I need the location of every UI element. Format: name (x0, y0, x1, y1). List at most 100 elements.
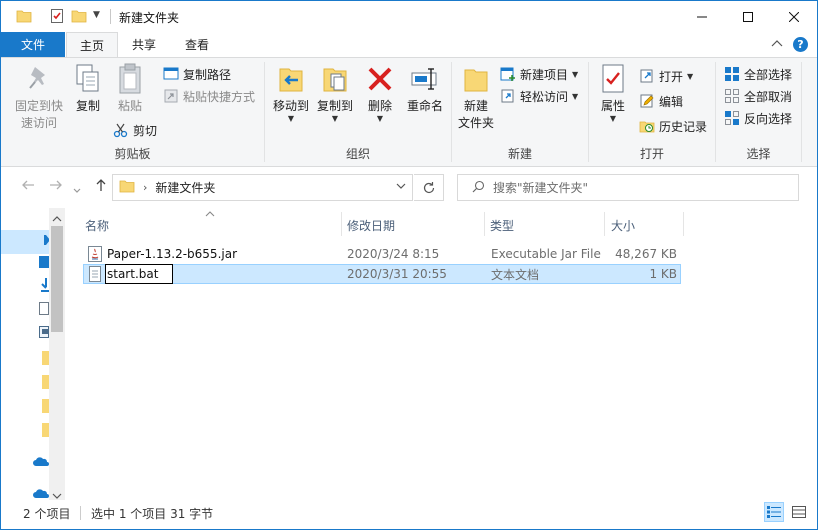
large-icons-view-button[interactable] (789, 502, 809, 522)
title-bar[interactable]: ▼ 新建文件夹 (1, 1, 817, 32)
delete-button[interactable]: 删除 ▼ (363, 62, 397, 123)
tab-share[interactable]: 共享 (118, 32, 170, 57)
pictures-icon[interactable] (39, 326, 49, 341)
copy-button[interactable]: 复制 (69, 62, 107, 115)
back-arrow-icon[interactable] (21, 178, 35, 196)
file-list[interactable]: 名称 修改日期 类型 大小 Paper-1.13.2-b655.jar 2020… (65, 208, 817, 500)
tab-home[interactable]: 主页 (66, 32, 118, 58)
new-folder-label-line2: 文件夹 (457, 116, 494, 130)
easy-access-label: 轻松访问 (520, 89, 569, 104)
new-folder-button[interactable]: 新建 文件夹 (456, 62, 496, 132)
copy-path-button[interactable]: 复制路径 (163, 64, 231, 84)
clipboard-icon (114, 62, 146, 96)
table-row-selected[interactable]: start.bat 2020/3/31 20:55 文本文档 1 KB (83, 264, 681, 284)
column-separator[interactable] (604, 212, 605, 236)
help-icon[interactable]: ? (793, 37, 808, 52)
paste-shortcut-icon (163, 88, 179, 104)
cut-button[interactable]: 剪切 (113, 120, 157, 140)
folder-icon[interactable] (39, 375, 49, 392)
new-item-button[interactable]: 新建项目 ▼ (500, 64, 578, 84)
file-name[interactable]: Paper-1.13.2-b655.jar (107, 244, 237, 264)
column-separator[interactable] (341, 212, 342, 236)
recent-locations-icon[interactable] (73, 182, 81, 198)
column-separator[interactable] (683, 212, 684, 236)
address-bar[interactable]: › 新建文件夹 (112, 174, 413, 201)
select-all-button[interactable]: 全部选择 (724, 64, 792, 84)
new-folder-icon (460, 62, 492, 96)
onedrive-icon[interactable] (33, 456, 49, 470)
chevron-down-icon: ▼ (287, 114, 295, 123)
paste-label: 粘贴 (117, 99, 142, 113)
properties-quick-icon[interactable] (49, 8, 65, 27)
refresh-button[interactable] (414, 174, 444, 201)
pin-label-line1: 固定到快 (14, 99, 63, 113)
folder-icon[interactable] (16, 8, 32, 27)
select-group: 全部选择 全部取消 反向选择 选择 (716, 58, 801, 166)
organize-group-label: 组织 (345, 147, 370, 161)
chevron-down-icon[interactable] (396, 181, 406, 192)
open-icon (639, 68, 655, 84)
rename-button[interactable]: 重命名 (403, 62, 447, 115)
search-input[interactable]: 搜索"新建文件夹" (457, 174, 799, 201)
column-header-type[interactable]: 类型 (490, 214, 602, 236)
folder-icon[interactable] (39, 399, 49, 416)
folder-icon[interactable] (39, 351, 49, 368)
edit-label: 编辑 (659, 94, 684, 109)
folder-icon[interactable] (39, 423, 49, 440)
move-to-icon (275, 62, 307, 96)
large-icons-view-icon (792, 506, 806, 518)
paste-button[interactable]: 粘贴 (111, 62, 149, 115)
new-item-icon (500, 66, 516, 82)
forward-arrow-icon[interactable] (49, 178, 63, 196)
up-arrow-icon[interactable] (94, 178, 108, 196)
customize-toolbar-icon[interactable]: ▼ (93, 10, 100, 20)
invert-selection-button[interactable]: 反向选择 (724, 108, 792, 128)
jar-file-icon (87, 244, 103, 264)
documents-icon[interactable] (39, 302, 49, 318)
select-none-button[interactable]: 全部取消 (724, 86, 792, 106)
search-icon (472, 180, 485, 196)
select-all-icon (724, 66, 740, 82)
desktop-icon[interactable] (39, 256, 49, 271)
column-header-date[interactable]: 修改日期 (347, 214, 482, 236)
copy-to-button[interactable]: 复制到 ▼ (313, 62, 357, 123)
paste-shortcut-label: 粘贴快捷方式 (183, 89, 256, 104)
chevron-up-icon[interactable] (52, 211, 62, 225)
column-separator[interactable] (484, 212, 485, 236)
scrollbar-thumb[interactable] (51, 226, 63, 332)
chevron-down-icon: ▼ (687, 71, 694, 81)
move-to-button[interactable]: 移动到 ▼ (269, 62, 313, 123)
edit-button[interactable]: 编辑 (639, 91, 683, 111)
close-button[interactable] (771, 1, 817, 32)
select-none-label: 全部取消 (744, 89, 793, 104)
navigation-pane[interactable] (1, 208, 65, 500)
table-row[interactable]: Paper-1.13.2-b655.jar 2020/3/24 8:15 Exe… (83, 244, 681, 264)
delete-label: 删除 (367, 99, 392, 113)
rename-input[interactable]: start.bat (105, 264, 173, 284)
chevron-right-icon[interactable]: › (143, 181, 147, 194)
rename-icon (409, 62, 441, 96)
minimize-button[interactable] (679, 1, 725, 32)
details-view-button[interactable] (764, 502, 784, 522)
download-icon[interactable] (39, 278, 49, 295)
tab-file[interactable]: 文件 (1, 32, 65, 57)
paste-shortcut-button[interactable]: 粘贴快捷方式 (163, 86, 255, 106)
new-folder-quick-icon[interactable] (71, 8, 87, 27)
tab-view[interactable]: 查看 (171, 32, 223, 57)
history-button[interactable]: 历史记录 (639, 116, 707, 136)
chevron-up-icon[interactable] (771, 38, 783, 52)
text-file-icon (87, 264, 103, 284)
maximize-button[interactable] (725, 1, 771, 32)
new-item-label: 新建项目 (520, 67, 569, 82)
file-date: 2020/3/31 20:55 (347, 267, 447, 281)
easy-access-button[interactable]: 轻松访问 ▼ (500, 86, 578, 106)
column-header-size[interactable]: 大小 (611, 214, 681, 236)
column-header-name[interactable]: 名称 (85, 214, 340, 236)
address-path[interactable]: 新建文件夹 (155, 179, 215, 196)
file-type: Executable Jar File (491, 247, 601, 261)
pin-icon (23, 62, 55, 96)
properties-button[interactable]: 属性 ▼ (593, 62, 633, 123)
chevron-down-icon: ▼ (572, 69, 579, 79)
pin-to-quick-access-button[interactable]: 固定到快 速访问 (13, 62, 65, 132)
open-button[interactable]: 打开 ▼ (639, 66, 693, 86)
